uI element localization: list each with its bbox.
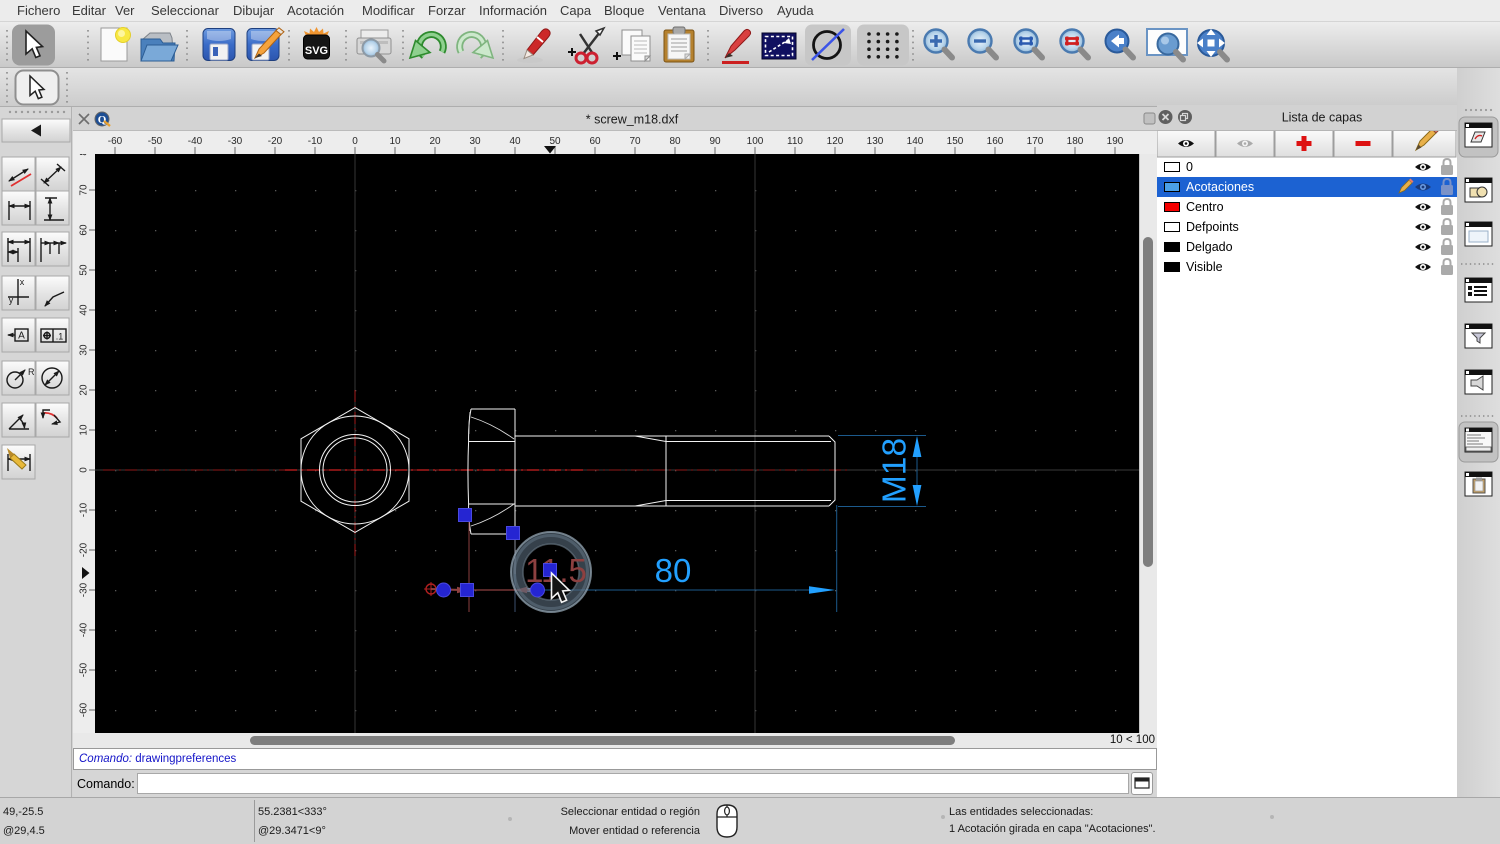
svg-text:SVG: SVG — [305, 45, 328, 57]
svg-text:* screw_m18.dxf: * screw_m18.dxf — [586, 113, 679, 127]
svg-text:Q: Q — [98, 114, 107, 126]
svg-text:80: 80 — [669, 136, 681, 147]
svg-text:160: 160 — [987, 136, 1004, 147]
svg-text:150: 150 — [947, 136, 964, 147]
svg-text:-40: -40 — [188, 136, 203, 147]
svg-text:x: x — [20, 277, 25, 287]
svg-text:10: 10 — [79, 424, 90, 436]
svg-text:-20: -20 — [79, 542, 90, 557]
svg-text:-10: -10 — [308, 136, 323, 147]
svg-text:-50: -50 — [148, 136, 163, 147]
svg-text:-20: -20 — [268, 136, 283, 147]
svg-text:R: R — [28, 367, 35, 377]
svg-text:170: 170 — [1027, 136, 1044, 147]
svg-text:120: 120 — [827, 136, 844, 147]
svg-text:y: y — [9, 295, 14, 305]
svg-text:30: 30 — [469, 136, 481, 147]
svg-text:30: 30 — [79, 344, 90, 356]
svg-text:90: 90 — [709, 136, 721, 147]
svg-text:40: 40 — [79, 304, 90, 316]
svg-text:20: 20 — [79, 384, 90, 396]
svg-text:0: 0 — [352, 136, 358, 147]
svg-text:80: 80 — [79, 154, 90, 156]
svg-text:-30: -30 — [79, 582, 90, 597]
svg-text:40: 40 — [509, 136, 521, 147]
svg-text:-10: -10 — [79, 502, 90, 517]
svg-text:50: 50 — [549, 136, 561, 147]
svg-text:180: 180 — [1067, 136, 1084, 147]
svg-text:20: 20 — [429, 136, 441, 147]
svg-text:10: 10 — [389, 136, 401, 147]
svg-text:Lista de capas: Lista de capas — [1282, 111, 1363, 125]
svg-text:-30: -30 — [228, 136, 243, 147]
svg-text:-50: -50 — [79, 662, 90, 677]
svg-text:-40: -40 — [79, 622, 90, 637]
svg-text:70: 70 — [629, 136, 641, 147]
svg-text:50: 50 — [79, 264, 90, 276]
svg-text:-60: -60 — [79, 702, 90, 717]
svg-text:A: A — [18, 331, 25, 342]
svg-text:110: 110 — [787, 136, 803, 147]
svg-text:140: 140 — [907, 136, 924, 147]
svg-text:190: 190 — [1107, 136, 1124, 147]
svg-text:70: 70 — [79, 184, 90, 196]
svg-text:130: 130 — [867, 136, 884, 147]
svg-text:M18: M18 — [877, 438, 914, 503]
svg-text:.1: .1 — [56, 332, 64, 342]
svg-text:100: 100 — [747, 136, 764, 147]
svg-text:60: 60 — [589, 136, 601, 147]
svg-text:80: 80 — [655, 552, 692, 589]
svg-text:0: 0 — [79, 467, 90, 473]
svg-text:-60: -60 — [108, 136, 123, 147]
svg-text:60: 60 — [79, 224, 90, 236]
